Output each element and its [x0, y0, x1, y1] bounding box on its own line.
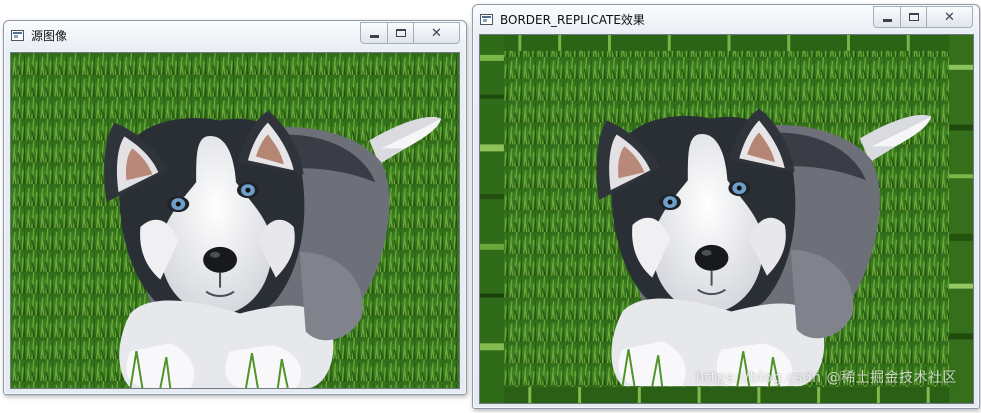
minimize-icon	[369, 34, 379, 38]
minimize-icon	[882, 18, 892, 22]
maximize-icon	[395, 29, 406, 37]
maximize-button[interactable]	[387, 23, 413, 43]
minimize-button[interactable]	[874, 7, 900, 27]
replicated-border-top	[503, 35, 950, 51]
border-replicate-window: BORDER_REPLICATE效果 ✕ https://blog.csdn @…	[472, 4, 980, 409]
close-icon: ✕	[944, 9, 955, 25]
close-button[interactable]: ✕	[926, 7, 972, 27]
close-button[interactable]: ✕	[413, 23, 459, 43]
source-image	[10, 52, 460, 389]
replicated-border-right	[949, 35, 973, 403]
maximize-button[interactable]	[900, 7, 926, 27]
title-bar[interactable]: BORDER_REPLICATE效果 ✕	[473, 5, 979, 35]
window-title: BORDER_REPLICATE效果	[500, 13, 645, 27]
window-app-icon[interactable]	[480, 14, 493, 25]
replicated-border-left	[480, 35, 504, 403]
replicated-border-bottom	[503, 387, 950, 403]
replicated-image: https://blog.csdn @稀土掘金技术社区	[479, 34, 974, 404]
window-controls: ✕	[360, 22, 460, 44]
window-app-icon[interactable]	[11, 30, 24, 41]
puppy-photo	[11, 53, 459, 388]
minimize-button[interactable]	[361, 23, 387, 43]
close-icon: ✕	[431, 25, 442, 41]
source-image-window: 源图像 ✕	[3, 20, 467, 395]
watermark-text: https://blog.csdn @稀土掘金技术社区	[695, 370, 957, 386]
window-title: 源图像	[31, 29, 68, 43]
window-controls: ✕	[873, 6, 973, 28]
puppy-photo-replicated-border	[480, 35, 973, 403]
title-bar[interactable]: 源图像 ✕	[4, 21, 466, 51]
maximize-icon	[908, 13, 919, 21]
